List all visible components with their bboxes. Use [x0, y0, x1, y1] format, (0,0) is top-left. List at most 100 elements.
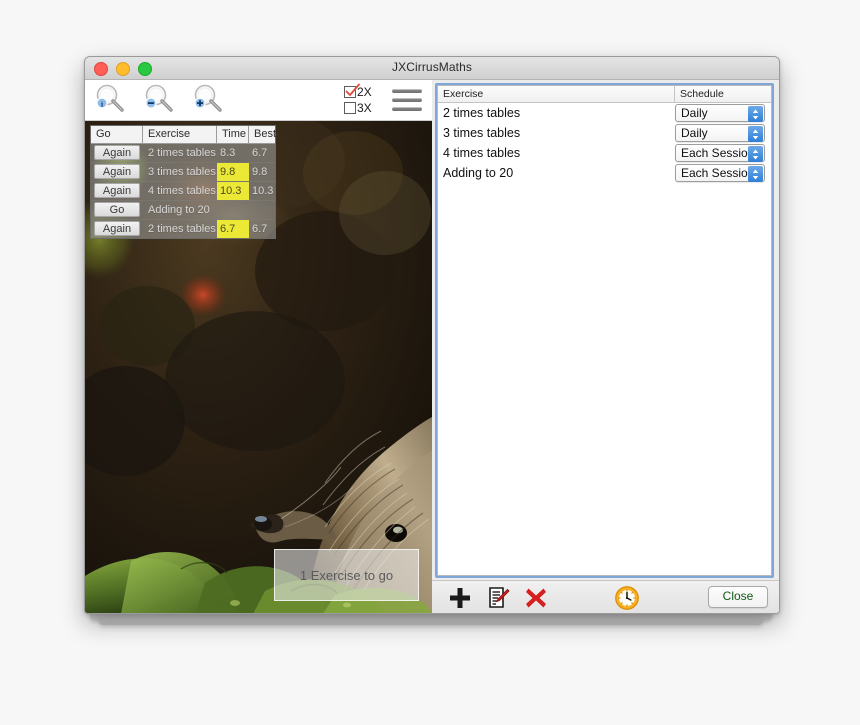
table-row[interactable]: Again 2 times tables 6.7 6.7	[91, 220, 275, 238]
schedule-dropdown[interactable]: Each Session	[675, 144, 765, 162]
hedgehog-photo: Go Exercise Time Best Again 2 times tabl…	[85, 121, 432, 614]
chevron-updown-icon	[748, 166, 763, 182]
schedule-value: Daily	[681, 106, 708, 120]
results-time-cell: 6.7	[217, 220, 249, 238]
results-col-go: Go	[91, 126, 143, 143]
delete-cross-icon	[524, 586, 548, 610]
results-exercise-cell: 2 times tables	[143, 144, 217, 162]
zoom-out-icon	[142, 83, 178, 117]
zoom-info-button[interactable]: i	[93, 83, 129, 117]
schedule-dropdown[interactable]: Each Session	[675, 164, 765, 182]
table-row[interactable]: Again 3 times tables 9.8 9.8	[91, 163, 275, 182]
table-row[interactable]: Go Adding to 20	[91, 201, 275, 220]
results-exercise-cell: Adding to 20	[143, 201, 217, 219]
status-badge: 1 Exercise to go	[274, 549, 419, 601]
hamburger-bar	[392, 89, 422, 93]
add-exercise-button[interactable]	[446, 584, 474, 611]
go-button[interactable]: Again	[94, 221, 140, 236]
schedule-value: Each Session	[681, 146, 754, 160]
schedule-dropdown[interactable]: Daily	[675, 124, 765, 142]
list-item[interactable]: 4 times tables Each Session	[438, 143, 771, 163]
exercise-list: Exercise Schedule 2 times tables Daily	[437, 85, 772, 576]
zoom-3x-checkbox[interactable]	[344, 102, 356, 114]
results-exercise-cell: 3 times tables	[143, 163, 217, 181]
results-time-cell: 10.3	[217, 182, 249, 200]
results-col-exercise: Exercise	[143, 126, 217, 143]
left-toolbar: i	[85, 80, 432, 121]
updown-arrows-glyph	[751, 148, 760, 161]
edit-document-icon	[486, 586, 510, 610]
window-titlebar[interactable]: JXCirrusMaths	[85, 57, 779, 80]
table-row[interactable]: Again 2 times tables 8.3 6.7	[91, 144, 275, 163]
exercise-name: 3 times tables	[438, 126, 675, 140]
schedule-value: Daily	[681, 126, 708, 140]
results-time-cell: 9.8	[217, 163, 249, 181]
exercise-list-header: Exercise Schedule	[438, 86, 771, 103]
go-button[interactable]: Go	[94, 202, 140, 217]
list-item[interactable]: 3 times tables Daily	[438, 123, 771, 143]
zoom-2x-checkbox[interactable]	[344, 86, 356, 98]
results-table-header: Go Exercise Time Best	[91, 126, 275, 144]
updown-arrows-glyph	[751, 128, 760, 141]
hamburger-bar	[392, 107, 422, 111]
results-go-cell: Again	[91, 220, 143, 238]
hamburger-menu-button[interactable]	[392, 89, 422, 111]
svg-text:i: i	[101, 99, 103, 108]
results-go-cell: Again	[91, 163, 143, 181]
zoom-level-checkboxes: 2X 3X	[344, 84, 380, 116]
results-best-cell	[249, 201, 275, 219]
results-exercise-cell: 4 times tables	[143, 182, 217, 200]
go-button[interactable]: Again	[94, 145, 140, 160]
window-content: i	[85, 80, 779, 614]
delete-exercise-button[interactable]	[522, 584, 550, 611]
zoom-in-button[interactable]	[191, 83, 227, 117]
window-shadow-plate-lower	[99, 618, 763, 625]
results-table: Go Exercise Time Best Again 2 times tabl…	[90, 125, 276, 239]
exercise-list-frame: Exercise Schedule 2 times tables Daily	[435, 83, 774, 578]
window-title: JXCirrusMaths	[85, 60, 779, 74]
results-best-cell: 6.7	[249, 220, 275, 238]
schedule-cell: Each Session	[675, 144, 771, 162]
zoom-out-button[interactable]	[142, 83, 178, 117]
schedule-cell: Daily	[675, 124, 771, 142]
app-window: JXCirrusMaths i	[84, 56, 780, 614]
results-col-time: Time	[217, 126, 249, 143]
results-best-cell: 9.8	[249, 163, 275, 181]
close-button[interactable]: Close	[708, 586, 768, 608]
schedule-timer-button[interactable]	[614, 585, 642, 612]
results-time-cell: 8.3	[217, 144, 249, 162]
edit-exercise-button[interactable]	[484, 584, 512, 611]
results-time-cell	[217, 201, 249, 219]
updown-arrows-glyph	[751, 168, 760, 181]
clock-icon	[614, 585, 640, 611]
list-item[interactable]: 2 times tables Daily	[438, 103, 771, 123]
toolbar-action-group	[446, 584, 550, 611]
table-row[interactable]: Again 4 times tables 10.3 10.3	[91, 182, 275, 201]
zoom-3x-row[interactable]: 3X	[344, 100, 380, 116]
results-go-cell: Again	[91, 144, 143, 162]
header-schedule: Schedule	[675, 86, 771, 102]
list-item[interactable]: Adding to 20 Each Session	[438, 163, 771, 183]
go-button[interactable]: Again	[94, 164, 140, 179]
chevron-updown-icon	[748, 106, 763, 122]
zoom-info-icon: i	[93, 83, 129, 117]
results-col-best: Best	[249, 126, 275, 143]
schedule-value: Each Session	[681, 166, 754, 180]
results-best-cell: 10.3	[249, 182, 275, 200]
results-exercise-cell: 2 times tables	[143, 220, 217, 238]
right-pane-toolbar: Close	[432, 580, 779, 614]
results-best-cell: 6.7	[249, 144, 275, 162]
go-button[interactable]: Again	[94, 183, 140, 198]
chevron-updown-icon	[748, 126, 763, 142]
hamburger-bar	[392, 98, 422, 102]
schedule-dropdown[interactable]: Daily	[675, 104, 765, 122]
schedule-cell: Daily	[675, 104, 771, 122]
results-go-cell: Again	[91, 182, 143, 200]
exercise-name: 2 times tables	[438, 106, 675, 120]
plus-icon	[448, 586, 472, 610]
zoom-in-icon	[191, 83, 227, 117]
exercise-name: 4 times tables	[438, 146, 675, 160]
updown-arrows-glyph	[751, 108, 760, 121]
right-pane: Exercise Schedule 2 times tables Daily	[432, 80, 779, 614]
zoom-2x-row[interactable]: 2X	[344, 84, 380, 100]
